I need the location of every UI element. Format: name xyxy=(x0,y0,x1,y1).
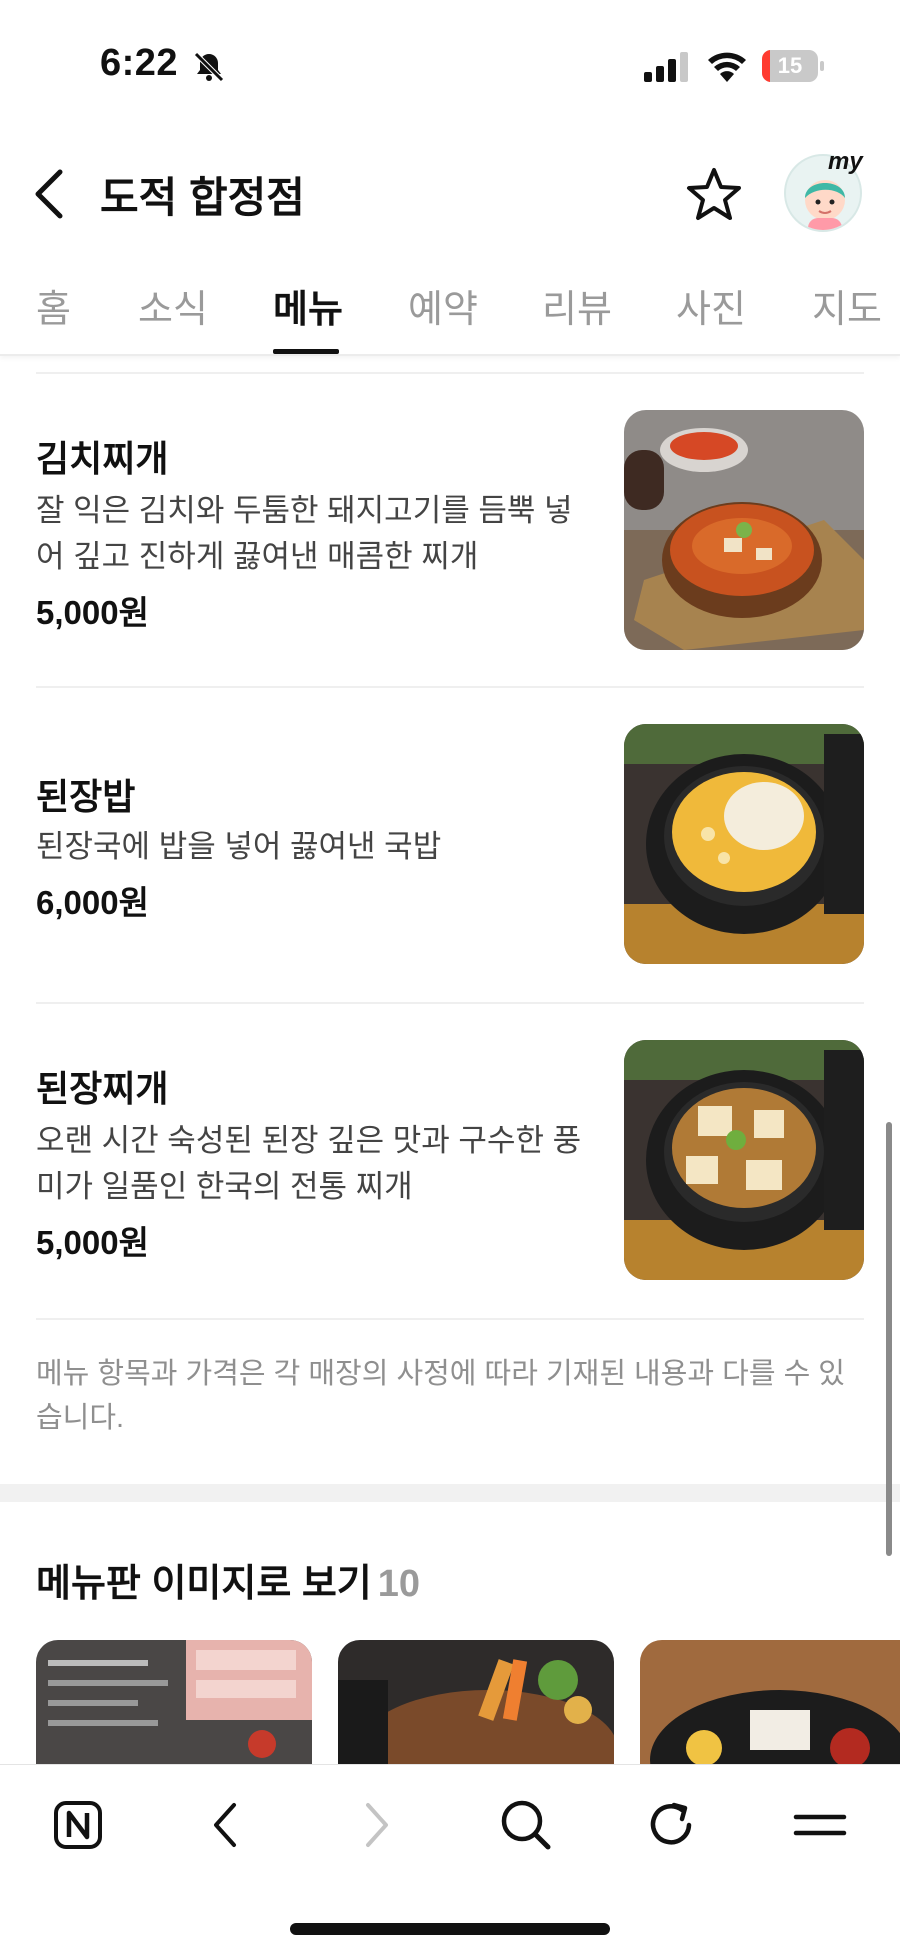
star-outline-icon[interactable] xyxy=(684,164,744,224)
menu-item-price: 6,000원 xyxy=(36,884,149,921)
menu-item-name: 된장찌개 xyxy=(36,1068,169,1109)
menu-notice: 메뉴 항목과 가격은 각 매장의 사정에 따라 기재된 내용과 다를 수 있습니… xyxy=(36,1358,845,1434)
tab-review[interactable]: 리뷰 xyxy=(542,278,612,333)
browser-toolbar xyxy=(0,1764,900,1951)
back-arrow-icon[interactable] xyxy=(198,1795,258,1855)
wifi-icon xyxy=(708,52,746,82)
menu-item-description: 잘 익은 김치와 두툼한 돼지고기를 듬뿍 넣어 깊고 진하게 끓여낸 매콤한 … xyxy=(36,493,573,574)
status-time: 6:22 xyxy=(100,42,179,84)
cellular-signal-icon xyxy=(644,52,688,82)
battery-level: 15 xyxy=(777,53,803,78)
tab-news[interactable]: 소식 xyxy=(138,278,208,333)
tab-reservation[interactable]: 예약 xyxy=(408,278,478,333)
place-header: 도적 합정점 my xyxy=(0,148,900,240)
menu-item-photo[interactable] xyxy=(624,1040,864,1280)
menu-item-price: 5,000원 xyxy=(36,1224,149,1261)
tab-bar: 홈 소식 메뉴 예약 리뷰 사진 지도 xyxy=(0,260,900,356)
refresh-icon[interactable] xyxy=(642,1795,702,1855)
menu-icon[interactable] xyxy=(790,1795,850,1855)
tab-menu[interactable]: 메뉴 xyxy=(273,278,343,333)
avatar-my-label: my xyxy=(828,148,863,175)
menu-board-image xyxy=(338,1640,614,1770)
kimchi-stew-photo xyxy=(624,410,864,650)
menu-board-thumbnail[interactable] xyxy=(640,1640,900,1770)
tab-photo[interactable]: 사진 xyxy=(676,278,746,333)
chevron-left-icon[interactable] xyxy=(30,166,70,222)
section-separator xyxy=(0,1484,900,1502)
menu-item[interactable]: 된장찌개 오랜 시간 숙성된 된장 깊은 맛과 구수한 풍미가 일품인 한국의 … xyxy=(36,1040,864,1280)
doenjang-stew-photo xyxy=(624,1040,864,1280)
active-tab-indicator xyxy=(273,349,339,354)
page-title: 도적 합정점 xyxy=(100,174,305,221)
menu-item-name: 김치찌개 xyxy=(36,438,169,479)
menu-board-image xyxy=(640,1640,900,1770)
search-icon[interactable] xyxy=(496,1795,556,1855)
menu-item[interactable]: 된장밥 된장국에 밥을 넣어 끓여낸 국밥 6,000원 xyxy=(36,724,864,964)
menu-board-thumbnail[interactable] xyxy=(36,1640,312,1770)
divider xyxy=(36,372,864,374)
doenjang-rice-photo xyxy=(624,724,864,964)
battery-indicator: 15 xyxy=(762,50,824,82)
divider xyxy=(36,686,864,688)
menu-item-photo[interactable] xyxy=(624,410,864,650)
tab-map[interactable]: 지도 xyxy=(812,278,882,333)
forward-arrow-icon[interactable] xyxy=(346,1795,406,1855)
menu-item-description: 된장국에 밥을 넣어 끓여낸 국밥 xyxy=(36,829,442,864)
menu-board-count: 10 xyxy=(377,1563,421,1605)
menu-board-title-text: 메뉴판 이미지로 보기 xyxy=(36,1563,372,1605)
menu-item[interactable]: 김치찌개 잘 익은 김치와 두툼한 돼지고기를 듬뿍 넣어 깊고 진하게 끓여낸… xyxy=(36,410,864,650)
menu-item-photo[interactable] xyxy=(624,724,864,964)
bell-slash-icon xyxy=(194,52,224,82)
menu-item-price: 5,000원 xyxy=(36,594,149,631)
tab-home[interactable]: 홈 xyxy=(36,278,71,333)
naver-home-icon[interactable] xyxy=(48,1795,108,1855)
menu-board-image xyxy=(36,1640,312,1770)
menu-board-title[interactable]: 메뉴판 이미지로 보기 10 xyxy=(36,1552,420,1607)
menu-item-description: 오랜 시간 숙성된 된장 깊은 맛과 구수한 풍미가 일품인 한국의 전통 찌개 xyxy=(36,1123,582,1204)
divider xyxy=(36,1002,864,1004)
divider xyxy=(36,1318,864,1320)
status-bar: 6:22 15 xyxy=(0,0,900,130)
home-indicator[interactable] xyxy=(290,1923,610,1935)
scrollbar[interactable] xyxy=(886,1122,892,1556)
menu-board-thumbnail[interactable] xyxy=(338,1640,614,1770)
menu-item-name: 된장밥 xyxy=(36,776,136,817)
